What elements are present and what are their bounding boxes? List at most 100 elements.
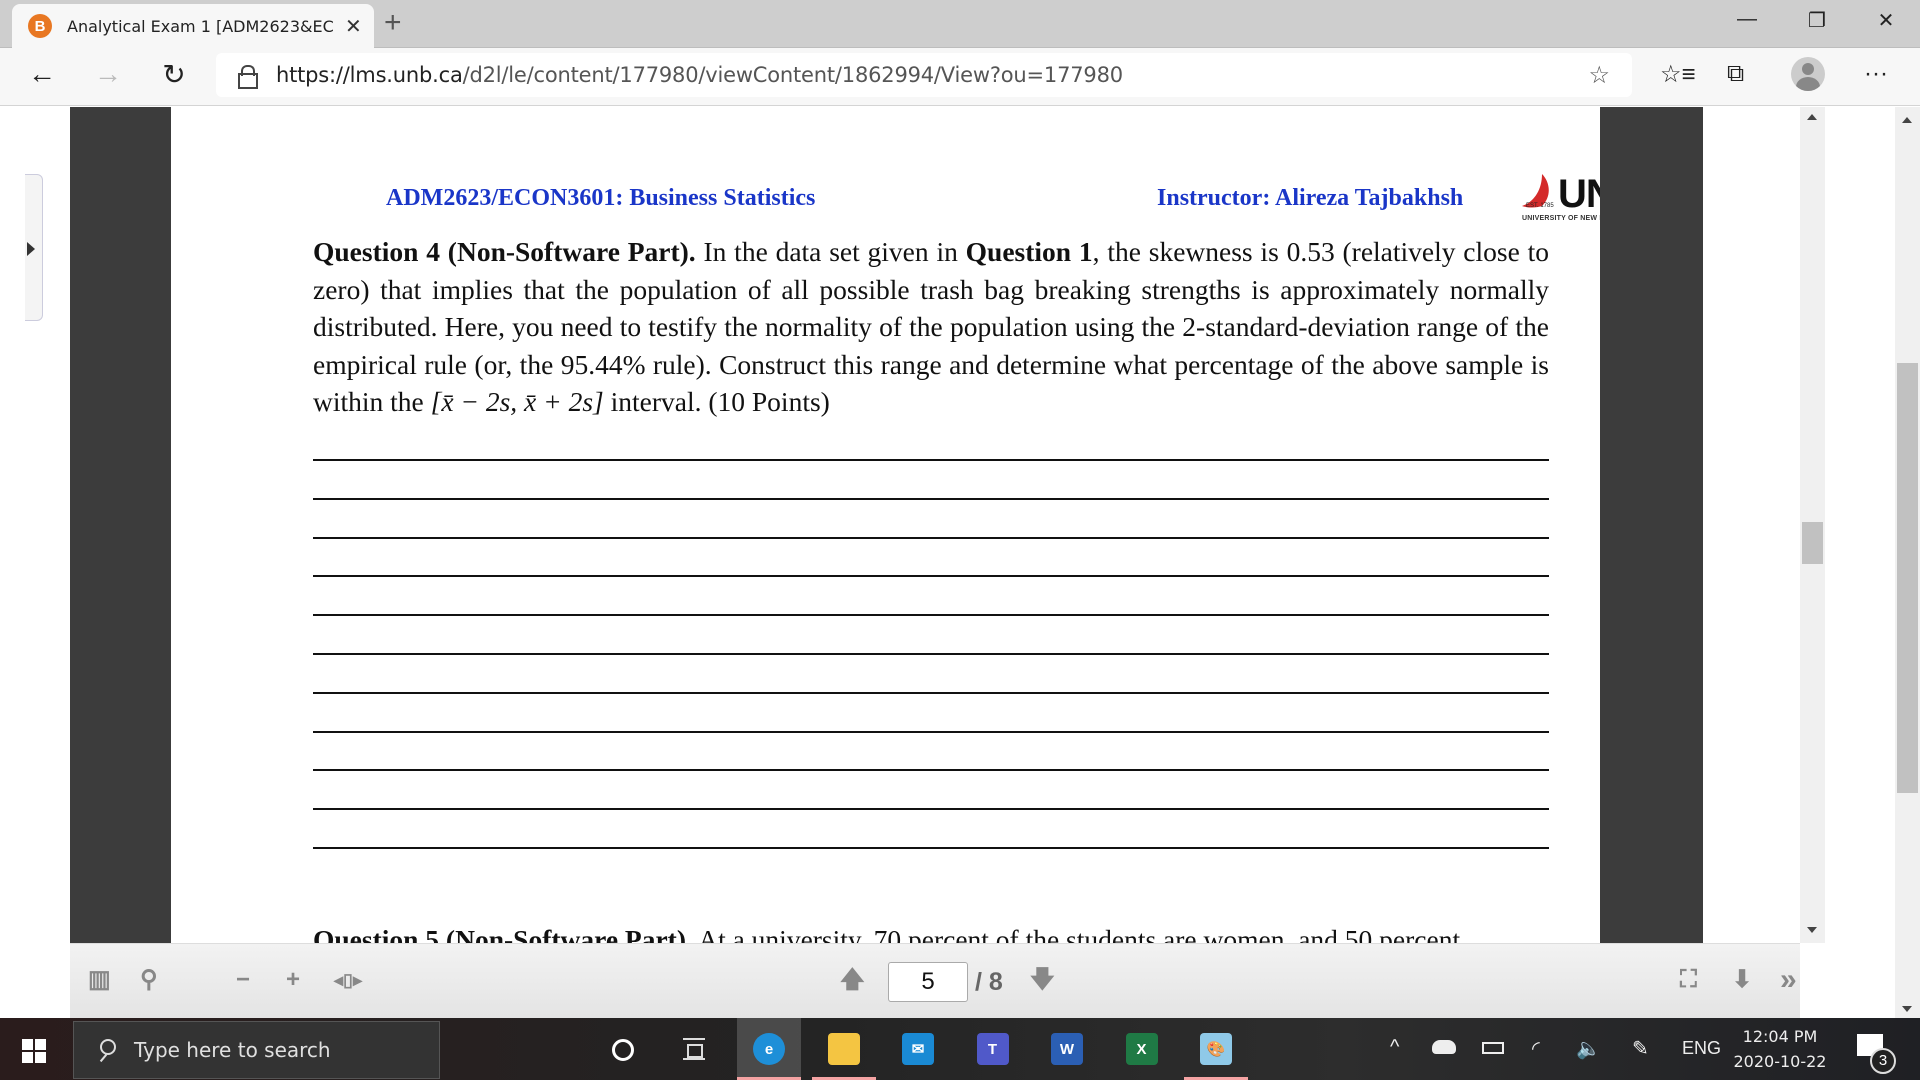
answer-line: [313, 808, 1549, 811]
taskbar-app-mail[interactable]: ✉: [886, 1018, 950, 1080]
taskbar-search-placeholder: Type here to search: [134, 1038, 331, 1062]
scroll-down-arrow-icon[interactable]: [1807, 927, 1817, 933]
taskbar-search-box[interactable]: Type here to search: [73, 1021, 440, 1079]
navigation-bar: ← → ↻ https://lms.unb.ca/d2l/le/content/…: [0, 48, 1920, 106]
sidebar-expand-toggle[interactable]: [25, 174, 43, 321]
sidebar-panel-icon[interactable]: ▥: [88, 968, 111, 992]
content-area: ADM2623/ECON3601: Business Statistics In…: [0, 107, 1920, 1018]
clock[interactable]: 12:04 PM 2020-10-22: [1725, 1024, 1835, 1074]
task-view-icon[interactable]: [683, 1038, 705, 1060]
pdf-toolbar: ▥ ⚲ − + ◂▯▸ 🡅 5 / 8 🡇 ⛶ ⬇ »: [70, 943, 1800, 1018]
page-scrollbar[interactable]: [1895, 107, 1920, 1018]
unb-wordmark: UNB: [1558, 172, 1600, 216]
answer-line: [313, 847, 1549, 849]
close-window-button[interactable]: ✕: [1866, 8, 1906, 33]
file-explorer-icon: [827, 1033, 860, 1065]
answer-line: [313, 497, 1549, 500]
taskbar-app-file-explorer[interactable]: [811, 1018, 876, 1080]
answer-line: [313, 691, 1549, 694]
tab-strip: B Analytical Exam 1 [ADM2623&EC ✕ + — ❐ …: [0, 0, 1920, 48]
volume-icon[interactable]: 🔈: [1576, 1036, 1601, 1061]
question-5-text: At a university, 70 percent of the stude…: [692, 924, 1461, 943]
excel-icon: X: [1125, 1033, 1158, 1065]
unb-subtitle: UNIVERSITY OF NEW BRUNSWICK: [1522, 215, 1600, 222]
windows-start-icon[interactable]: [22, 1039, 46, 1063]
interval-formula: [x̄ − 2s, x̄ + 2s]: [430, 386, 604, 417]
course-title: ADM2623/ECON3601: Business Statistics: [386, 185, 816, 211]
zoom-out-icon[interactable]: −: [236, 968, 250, 992]
previous-page-icon[interactable]: 🡅: [840, 968, 865, 992]
unb-logo: UNB EST. 1785 UNIVERSITY OF NEW BRUNSWIC…: [1520, 172, 1600, 230]
pen-icon[interactable]: ✎: [1632, 1036, 1649, 1061]
favorites-icon[interactable]: ☆≡: [1660, 60, 1696, 89]
taskbar-app-excel[interactable]: X: [1110, 1018, 1174, 1080]
paint-icon: 🎨: [1200, 1033, 1232, 1065]
pdf-page: ADM2623/ECON3601: Business Statistics In…: [171, 107, 1600, 943]
taskbar-app-teams[interactable]: T: [961, 1018, 1025, 1080]
answer-line: [313, 614, 1549, 617]
question-4-text: In the data set given in: [695, 236, 966, 267]
unb-established: EST. 1785: [1526, 203, 1554, 209]
onedrive-icon[interactable]: [1432, 1040, 1456, 1054]
search-icon[interactable]: ⚲: [140, 966, 158, 993]
back-button[interactable]: ←: [22, 58, 62, 90]
clock-time: 12:04 PM: [1742, 1027, 1818, 1046]
maximize-button[interactable]: ❐: [1797, 8, 1837, 33]
cortana-icon[interactable]: [612, 1039, 634, 1061]
clock-date: 2020-10-22: [1733, 1052, 1827, 1071]
answer-line: [313, 459, 1549, 461]
collections-icon[interactable]: ⧉: [1727, 60, 1744, 88]
answer-line: [313, 536, 1549, 539]
search-icon: [98, 1039, 116, 1061]
question-4-points: interval. (10 Points): [603, 386, 830, 417]
instructor-name: Instructor: Alireza Tajbakhsh: [1157, 185, 1464, 211]
teams-icon: T: [976, 1033, 1009, 1065]
mail-icon: ✉: [902, 1033, 934, 1065]
taskbar-app-paint[interactable]: 🎨: [1184, 1018, 1248, 1080]
lock-icon[interactable]: [238, 65, 258, 89]
close-tab-icon[interactable]: ✕: [345, 14, 362, 39]
profile-avatar[interactable]: [1791, 57, 1825, 91]
notification-count-badge: 3: [1870, 1048, 1896, 1074]
fullscreen-icon[interactable]: ⛶: [1680, 968, 1697, 992]
pdf-viewer: ADM2623/ECON3601: Business Statistics In…: [70, 107, 1703, 943]
viewer-scroll-thumb[interactable]: [1802, 522, 1823, 564]
taskbar-app-edge[interactable]: e: [737, 1018, 801, 1080]
tab-title: Analytical Exam 1 [ADM2623&EC: [67, 16, 334, 36]
page-number-input[interactable]: 5: [888, 962, 968, 1002]
tray-chevron-icon[interactable]: ^: [1390, 1036, 1399, 1059]
page-scroll-down-icon[interactable]: [1902, 1006, 1912, 1012]
add-favorite-icon[interactable]: ☆: [1588, 61, 1610, 90]
refresh-button[interactable]: ↻: [154, 58, 194, 91]
taskbar-app-word[interactable]: W: [1035, 1018, 1099, 1080]
scroll-up-arrow-icon[interactable]: [1807, 114, 1817, 120]
windows-taskbar: Type here to search e ✉ T W X 🎨 ^ ◜ 🔈 ✎ ENG 1…: [0, 1018, 1920, 1080]
answer-line: [313, 575, 1549, 578]
page-scroll-up-icon[interactable]: [1902, 117, 1912, 123]
edge-icon: e: [753, 1033, 785, 1065]
url-host: https://lms.unb.ca: [276, 63, 463, 87]
fit-width-icon[interactable]: ◂▯▸: [334, 968, 362, 992]
wifi-icon[interactable]: ◜: [1532, 1036, 1540, 1061]
minimize-button[interactable]: —: [1727, 8, 1767, 31]
zoom-in-icon[interactable]: +: [286, 968, 300, 992]
question-4: Question 4 (Non-Software Part). In the d…: [313, 233, 1549, 421]
next-page-icon[interactable]: 🡇: [1030, 968, 1055, 992]
download-icon[interactable]: ⬇: [1732, 968, 1752, 992]
url-path: /d2l/le/content/177980/viewContent/18629…: [462, 63, 1123, 87]
page-total: / 8: [975, 968, 1003, 996]
answer-line: [313, 653, 1549, 655]
more-menu-icon[interactable]: ···: [1864, 60, 1888, 88]
new-tab-button[interactable]: +: [384, 6, 402, 40]
address-bar[interactable]: https://lms.unb.ca/d2l/le/content/177980…: [216, 53, 1632, 97]
answer-line: [313, 730, 1549, 733]
more-tools-icon[interactable]: »: [1780, 965, 1797, 995]
browser-tab-active[interactable]: B Analytical Exam 1 [ADM2623&EC ✕: [12, 4, 374, 48]
page-scroll-thumb[interactable]: [1897, 363, 1918, 793]
forward-button[interactable]: →: [88, 58, 128, 90]
language-indicator[interactable]: ENG: [1682, 1038, 1721, 1059]
question-5-title: Question 5 (Non-Software Part).: [313, 924, 693, 943]
brightspace-favicon-icon: B: [28, 14, 52, 38]
battery-icon[interactable]: [1482, 1042, 1504, 1054]
viewer-scrollbar[interactable]: [1800, 107, 1825, 943]
